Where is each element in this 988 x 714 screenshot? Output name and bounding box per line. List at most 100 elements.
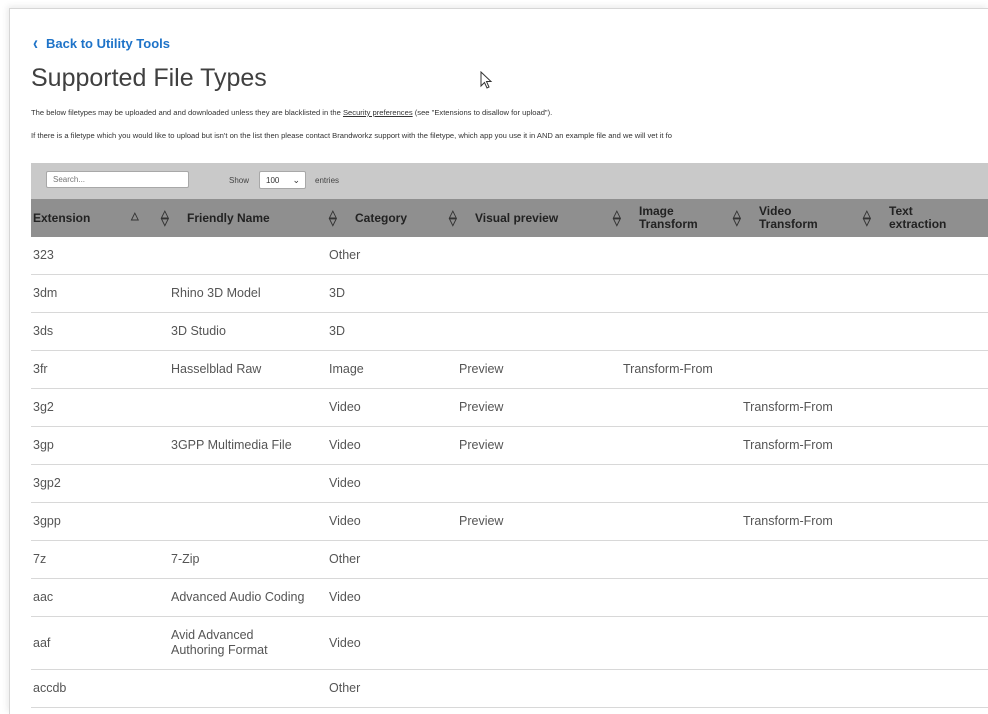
sort-arrows-icon[interactable]: △ ▽ <box>863 210 871 228</box>
table-cell <box>159 464 327 503</box>
column-header-label: Video Transform <box>759 204 818 231</box>
table-cell <box>731 312 861 351</box>
sort-arrows-icon[interactable]: △ ▽ <box>449 210 457 228</box>
back-link-label: Back to Utility Tools <box>46 36 170 51</box>
table-cell <box>447 540 611 579</box>
sort-arrows-icon[interactable]: △ ▽ <box>733 210 741 228</box>
table-cell: 7-Zip <box>159 540 327 579</box>
table-cell <box>731 540 861 579</box>
table-cell <box>611 502 731 541</box>
show-label: Show <box>229 176 250 185</box>
table-row[interactable]: 3gp2 Video <box>31 464 988 503</box>
table-cell: Other <box>327 540 447 579</box>
table-cell <box>861 350 988 389</box>
table-row[interactable]: accdb Other <box>31 669 988 708</box>
entries-select-value: 100 <box>266 175 280 185</box>
table-cell <box>447 616 611 670</box>
table-cell: Preview <box>447 388 611 427</box>
mouse-pointer-icon <box>480 71 493 89</box>
column-header[interactable]: Visual preview △ ▽ <box>447 199 611 237</box>
table-cell: Other <box>327 669 447 708</box>
table-row[interactable]: 3fr Hasselblad Raw Image Preview Transform-F… <box>31 350 988 389</box>
table-cell: 3gp2 <box>31 464 159 503</box>
table-cell <box>611 312 731 351</box>
table-cell: Preview <box>447 426 611 465</box>
sort-arrows-icon[interactable]: △ ▽ <box>329 210 337 228</box>
sort-arrows-icon[interactable]: △ ▽ <box>161 210 169 228</box>
column-header[interactable]: Text extraction △ ▽ <box>861 199 988 237</box>
table-cell <box>447 274 611 313</box>
table-cell <box>611 274 731 313</box>
column-header[interactable]: Friendly Name △ ▽ <box>159 199 327 237</box>
table-cell <box>159 388 327 427</box>
table-cell <box>861 274 988 313</box>
table-row[interactable]: 3gp 3GPP Multimedia File Video Preview Trans… <box>31 426 988 465</box>
table-cell: 323 <box>31 237 159 275</box>
table-cell: Video <box>327 616 447 670</box>
table-cell <box>731 350 861 389</box>
table-cell <box>159 237 327 275</box>
table-cell <box>611 464 731 503</box>
description-line-2: If there is a filetype which you would l… <box>31 131 672 140</box>
column-header[interactable]: Image Transform △ ▽ <box>611 199 731 237</box>
table-cell <box>861 312 988 351</box>
back-link[interactable]: ‹ Back to Utility Tools <box>33 32 170 54</box>
table-cell: Video <box>327 464 447 503</box>
table-row[interactable]: aaf Avid Advanced Authoring Format Video <box>31 616 988 670</box>
table-row[interactable]: 323 Other <box>31 237 988 275</box>
table-cell <box>731 237 861 275</box>
table-cell <box>447 312 611 351</box>
search-input[interactable] <box>46 171 189 188</box>
table-cell <box>159 502 327 541</box>
table-header-row: Extension △ Friendly Name △ ▽ Category △ ▽ Visua… <box>31 199 988 237</box>
table-cell: 3ds <box>31 312 159 351</box>
table-cell: Video <box>327 388 447 427</box>
table-cell: Preview <box>447 350 611 389</box>
table-cell: 7z <box>31 540 159 579</box>
table-cell: 3D Studio <box>159 312 327 351</box>
table-cell <box>861 502 988 541</box>
table-cell <box>447 237 611 275</box>
table-cell <box>731 274 861 313</box>
table-cell: aac <box>31 578 159 617</box>
column-header-label: Visual preview <box>475 210 559 225</box>
table-cell: 3D <box>327 312 447 351</box>
table-cell <box>611 426 731 465</box>
table-cell: Transform-From <box>731 388 861 427</box>
table-cell: 3D <box>327 274 447 313</box>
table-row[interactable]: 3gpp Video Preview Transform-From <box>31 502 988 541</box>
column-header[interactable]: Category △ ▽ <box>327 199 447 237</box>
table-cell <box>611 578 731 617</box>
table-cell <box>611 237 731 275</box>
table-cell: Transform-From <box>731 426 861 465</box>
security-preferences-link[interactable]: Security preferences <box>343 108 413 117</box>
table-row[interactable]: aac Advanced Audio Coding Video <box>31 578 988 617</box>
table-row[interactable]: 3g2 Video Preview Transform-From <box>31 388 988 427</box>
description-line-1: The below filetypes may be uploaded and … <box>31 108 553 117</box>
entries-label: entries <box>315 176 340 185</box>
table-cell: Transform-From <box>611 350 731 389</box>
column-header[interactable]: Video Transform △ ▽ <box>731 199 861 237</box>
table-row[interactable]: 3dm Rhino 3D Model 3D <box>31 274 988 313</box>
column-header-label: Extension <box>33 210 91 225</box>
table-cell <box>447 464 611 503</box>
table-cell: Video <box>327 578 447 617</box>
table-row[interactable]: 3ds 3D Studio 3D <box>31 312 988 351</box>
table-cell <box>861 388 988 427</box>
table-cell <box>861 464 988 503</box>
sort-arrows-icon[interactable]: △ ▽ <box>613 210 621 228</box>
table-row[interactable]: 7z 7-Zip Other <box>31 540 988 579</box>
column-header-label: Text extraction <box>889 204 947 231</box>
sort-arrows-icon[interactable]: △ <box>131 212 139 222</box>
table-cell: 3gpp <box>31 502 159 541</box>
page-title: Supported File Types <box>31 64 267 92</box>
column-header-label: Friendly Name <box>187 210 270 225</box>
entries-per-page-select[interactable]: 100 ⌄ <box>259 171 306 189</box>
table-cell <box>159 669 327 708</box>
table-cell <box>731 616 861 670</box>
table-cell <box>731 464 861 503</box>
column-header[interactable]: Extension △ <box>31 199 159 237</box>
table-cell: Avid Advanced Authoring Format <box>159 616 327 670</box>
file-types-table: Extension △ Friendly Name △ ▽ Category △ ▽ Visua… <box>31 199 988 708</box>
table-toolbar: Show 100 ⌄ entries <box>31 163 988 199</box>
